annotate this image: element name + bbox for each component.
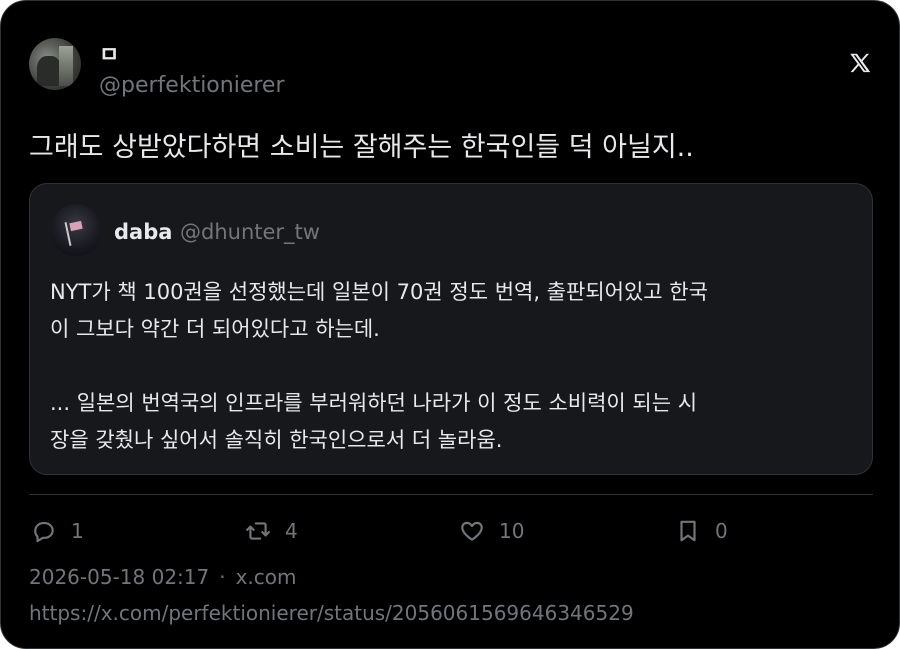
retweet-count: 4: [285, 519, 298, 543]
quoted-text: NYT가 책 100권을 선정했는데 일본이 70권 정도 번역, 출판되어있고…: [50, 274, 860, 459]
display-name[interactable]: ㅁ: [99, 37, 119, 69]
avatar[interactable]: [29, 38, 81, 90]
bookmark-count: 0: [715, 519, 728, 543]
retweet-button[interactable]: 4: [245, 515, 298, 547]
quoted-text-line: ... 일본의 번역국의 인프라를 부러워하던 나라가 이 정도 소비력이 되는…: [50, 391, 698, 415]
like-button[interactable]: 10: [459, 515, 524, 547]
bookmark-button[interactable]: 0: [675, 515, 728, 547]
quoted-text-line: NYT가 책 100권을 선정했는데 일본이 70권 정도 번역, 출판되어있고…: [50, 280, 708, 304]
quoted-handle[interactable]: @dhunter_tw: [180, 220, 320, 244]
user-handle[interactable]: @perfektionierer: [99, 73, 285, 98]
bookmark-icon: [680, 520, 696, 542]
quoted-text-line: 이 그보다 약간 더 되어있다고 하는데.: [50, 317, 380, 341]
quoted-display-name[interactable]: daba: [114, 220, 172, 244]
quoted-text-line: 장을 갖췄나 싶어서 솔직히 한국인으로서 더 놀라움.: [50, 428, 503, 452]
tweet-card: ㅁ @perfektionierer 그래도 상받았다하면 소비는 잘해주는 한…: [0, 0, 900, 649]
heart-icon: [461, 521, 483, 541]
x-logo-icon[interactable]: [847, 51, 873, 77]
status-url[interactable]: https://x.com/perfektionierer/status/205…: [29, 601, 634, 625]
retweet-icon: [246, 522, 270, 540]
tweet-meta: 2026-05-18 02:17 · x.com: [29, 565, 297, 589]
tweet-text: 그래도 상받았다하면 소비는 잘해주는 한국인들 덕 아닐지..: [29, 132, 694, 163]
reply-icon: [34, 522, 54, 543]
quoted-text-blank: [50, 348, 860, 385]
meta-separator: ·: [219, 565, 226, 589]
timestamp[interactable]: 2026-05-18 02:17: [29, 565, 209, 589]
reply-count: 1: [71, 519, 84, 543]
source-link[interactable]: x.com: [236, 565, 297, 589]
reply-button[interactable]: 1: [31, 515, 84, 547]
divider: [29, 494, 873, 495]
like-count: 10: [499, 519, 525, 543]
quoted-tweet[interactable]: daba @dhunter_tw NYT가 책 100권을 선정했는데 일본이 …: [29, 183, 873, 475]
quoted-avatar[interactable]: [50, 204, 102, 256]
